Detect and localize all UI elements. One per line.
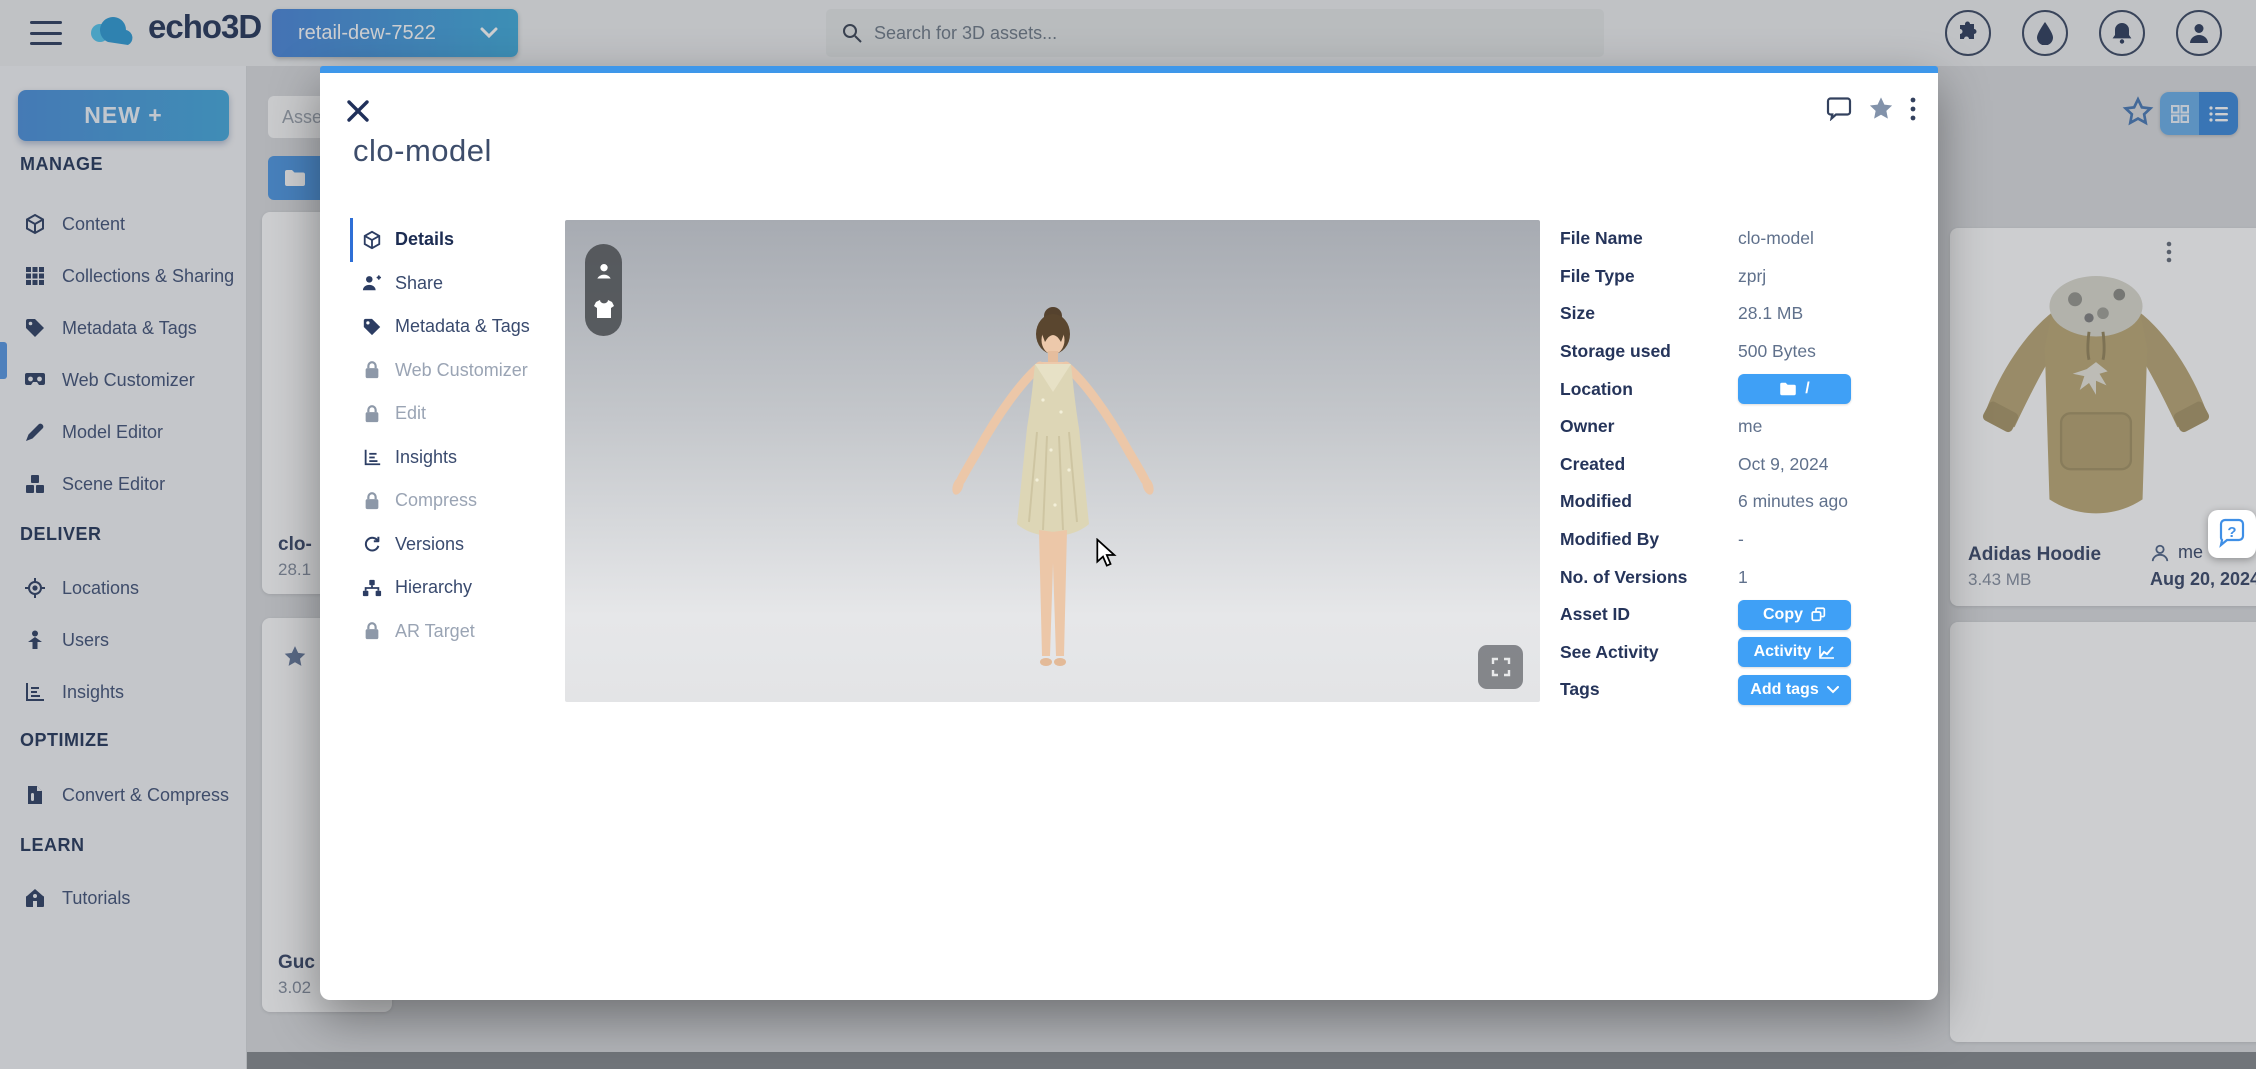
detail-row-created: Created Oct 9, 2024 [1560,446,1928,484]
copy-button-label: Copy [1763,606,1803,624]
activity-button[interactable]: Activity [1738,637,1851,667]
asset-details-modal: clo-model Details Share [320,66,1938,1000]
detail-row-storage: Storage used 500 Bytes [1560,333,1928,371]
lock-icon [362,621,382,641]
svg-text:?: ? [2227,524,2236,541]
lock-icon [362,360,382,380]
tab-label: Share [395,273,443,294]
owner-value: me [1738,416,1762,437]
file-type-value: zprj [1738,266,1766,287]
lock-icon [362,404,382,424]
tab-compress[interactable]: Compress [350,479,565,523]
versions-value: 1 [1738,567,1748,588]
tab-ar-target[interactable]: AR Target [350,610,565,654]
storage-value: 500 Bytes [1738,341,1816,362]
detail-row-versions: No. of Versions 1 [1560,558,1928,596]
versions-icon [362,534,382,554]
viewer-toolbar [585,244,622,336]
hierarchy-icon [362,578,382,598]
modal-tab-list: Details Share Metadata & Tags Web Custom… [350,218,565,653]
tab-versions[interactable]: Versions [350,523,565,567]
mouse-cursor [1093,538,1119,568]
model-viewer[interactable] [565,220,1540,702]
modal-header-icons [1826,95,1916,123]
tab-web-customizer[interactable]: Web Customizer [350,349,565,393]
copy-asset-id-button[interactable]: Copy [1738,600,1851,630]
garment-toggle-icon[interactable] [593,299,615,319]
detail-row-file-name: File Name clo-model [1560,220,1928,258]
tab-edit[interactable]: Edit [350,392,565,436]
tab-label: Metadata & Tags [395,316,530,337]
tab-label: Compress [395,490,477,511]
size-value: 28.1 MB [1738,303,1803,324]
chevron-down-icon [1827,686,1839,694]
modified-value: 6 minutes ago [1738,491,1848,512]
detail-row-activity: See Activity Activity [1560,634,1928,672]
tab-label: Details [395,229,454,250]
tab-label: Edit [395,403,426,424]
help-button[interactable]: ? [2208,510,2256,558]
close-icon[interactable] [344,97,374,127]
file-name-value: clo-model [1738,228,1814,249]
avatar-toggle-icon[interactable] [594,261,614,281]
detail-row-modified: Modified 6 minutes ago [1560,483,1928,521]
tab-label: AR Target [395,621,475,642]
fullscreen-icon[interactable] [1478,645,1523,689]
tab-insights[interactable]: Insights [350,436,565,480]
star-icon[interactable] [1867,95,1895,123]
tab-hierarchy[interactable]: Hierarchy [350,566,565,610]
tag-icon [362,317,382,337]
comment-icon[interactable] [1826,97,1852,121]
location-button-label: / [1805,380,1809,398]
modal-title: clo-model [353,133,492,169]
detail-row-size: Size 28.1 MB [1560,295,1928,333]
add-tags-button[interactable]: Add tags [1738,675,1851,705]
detail-row-asset-id: Asset ID Copy [1560,596,1928,634]
tab-label: Versions [395,534,464,555]
cube-icon [362,230,382,250]
tab-label: Insights [395,447,457,468]
detail-row-file-type: File Type zprj [1560,258,1928,296]
tab-share[interactable]: Share [350,262,565,306]
avatar-3d-model [903,300,1203,700]
copy-icon [1811,607,1826,622]
user-plus-icon [362,273,382,293]
activity-button-label: Activity [1754,643,1812,661]
kebab-menu-icon[interactable] [1910,96,1916,122]
chart-icon [362,447,382,467]
tab-label: Web Customizer [395,360,528,381]
tab-metadata-tags[interactable]: Metadata & Tags [350,305,565,349]
created-value: Oct 9, 2024 [1738,454,1828,475]
lock-icon [362,491,382,511]
location-button[interactable]: / [1738,374,1851,404]
detail-row-modified-by: Modified By - [1560,521,1928,559]
details-panel: File Name clo-model File Type zprj Size … [1560,220,1928,709]
add-tags-button-label: Add tags [1750,681,1818,699]
modified-by-value: - [1738,529,1744,550]
detail-row-location: Location / [1560,370,1928,408]
app-root: echo3D retail-dew-7522 [0,0,2256,1069]
tab-label: Hierarchy [395,577,472,598]
detail-row-owner: Owner me [1560,408,1928,446]
activity-chart-icon [1819,645,1835,659]
detail-row-tags: Tags Add tags [1560,671,1928,709]
folder-icon [1779,382,1797,396]
tab-details[interactable]: Details [350,218,565,262]
